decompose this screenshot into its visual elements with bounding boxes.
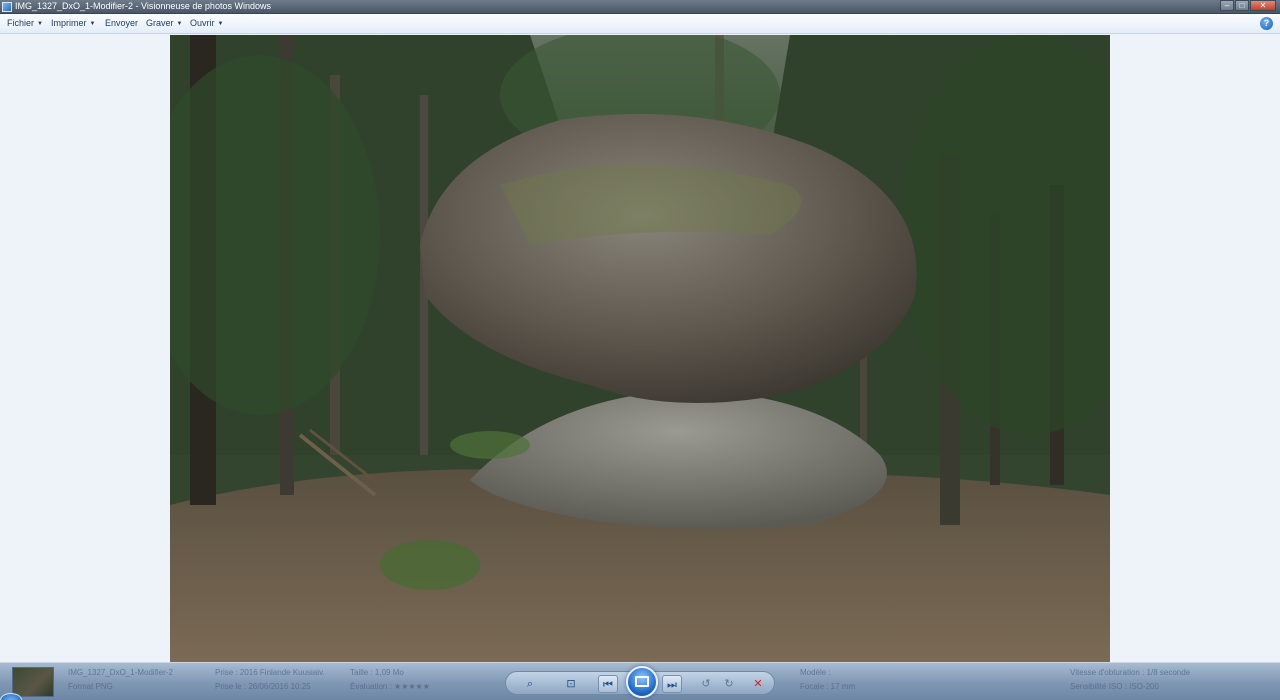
rotate-left-icon[interactable]: ↺ bbox=[696, 675, 716, 693]
help-icon[interactable]: ? bbox=[1260, 17, 1273, 30]
meta-focal: Focale : 17 mm bbox=[800, 682, 856, 691]
meta-format: Format PNG bbox=[68, 682, 113, 691]
bottom-control-bar: IMG_1327_DxO_1-Modifier-2 Format PNG Pri… bbox=[0, 662, 1280, 700]
meta-rating: Évaluation : ★★★★★ bbox=[350, 682, 430, 691]
photo-thumbnail bbox=[12, 667, 54, 697]
menu-fichier-label: Fichier bbox=[7, 18, 35, 28]
slideshow-icon bbox=[635, 676, 649, 687]
meta-taken: Prise : 2016 Finlande Kuusiaiv. bbox=[215, 668, 325, 677]
meta-size: Taille : 1,09 Mo bbox=[350, 668, 404, 677]
slideshow-button[interactable] bbox=[626, 666, 658, 698]
playback-controls: ⌕ ⊡ ⏮ ⏭ ↺ ↻ ✕ bbox=[505, 666, 775, 698]
menu-bar: Fichier ▼ Imprimer ▼ Envoyer Graver ▼ Ouvri… bbox=[0, 14, 1280, 34]
chevron-down-icon: ▼ bbox=[37, 21, 43, 27]
menu-envoyer[interactable]: Envoyer bbox=[105, 18, 138, 28]
close-button[interactable]: ✕ bbox=[1250, 0, 1276, 11]
window-title-bar[interactable]: IMG_1327_DxO_1-Modifier-2 - Visionneuse … bbox=[0, 0, 1280, 14]
previous-icon[interactable]: ⏮ bbox=[598, 675, 618, 693]
photo-image[interactable] bbox=[170, 35, 1110, 662]
zoom-icon[interactable]: ⌕ bbox=[520, 675, 540, 693]
menu-graver-label: Graver bbox=[146, 18, 174, 28]
start-orb-icon[interactable] bbox=[0, 693, 22, 700]
photo-viewer-area bbox=[0, 34, 1280, 662]
menu-ouvrir[interactable]: Ouvrir ▼ bbox=[190, 18, 223, 28]
delete-icon[interactable]: ✕ bbox=[748, 675, 768, 693]
menu-imprimer[interactable]: Imprimer ▼ bbox=[51, 18, 95, 28]
meta-iso: Sensibilité ISO : ISO-200 bbox=[1070, 682, 1159, 691]
photo-viewer-app-icon bbox=[2, 2, 12, 12]
menu-graver[interactable]: Graver ▼ bbox=[146, 18, 182, 28]
maximize-button[interactable]: □ bbox=[1235, 0, 1249, 11]
menu-imprimer-label: Imprimer bbox=[51, 18, 87, 28]
window-title: IMG_1327_DxO_1-Modifier-2 - Visionneuse … bbox=[15, 1, 271, 11]
fit-window-icon[interactable]: ⊡ bbox=[561, 675, 581, 693]
meta-shutter: Vitesse d'obturation : 1/8 seconde bbox=[1070, 668, 1191, 677]
rotate-right-icon[interactable]: ↻ bbox=[719, 675, 739, 693]
meta-model: Modèle : bbox=[800, 668, 831, 677]
window-controls: – □ ✕ bbox=[1219, 0, 1276, 12]
meta-date: Prise le : 26/06/2016 10:25 bbox=[215, 682, 311, 691]
menu-ouvrir-label: Ouvrir bbox=[190, 18, 215, 28]
menu-envoyer-label: Envoyer bbox=[105, 18, 139, 28]
next-icon[interactable]: ⏭ bbox=[662, 675, 682, 693]
chevron-down-icon: ▼ bbox=[176, 21, 183, 27]
chevron-down-icon: ▼ bbox=[217, 21, 224, 27]
minimize-button[interactable]: – bbox=[1220, 0, 1234, 11]
meta-filename: IMG_1327_DxO_1-Modifier-2 bbox=[68, 668, 173, 677]
menu-fichier[interactable]: Fichier ▼ bbox=[7, 18, 43, 28]
chevron-down-icon: ▼ bbox=[89, 21, 96, 27]
photo-illustration bbox=[170, 35, 1110, 662]
